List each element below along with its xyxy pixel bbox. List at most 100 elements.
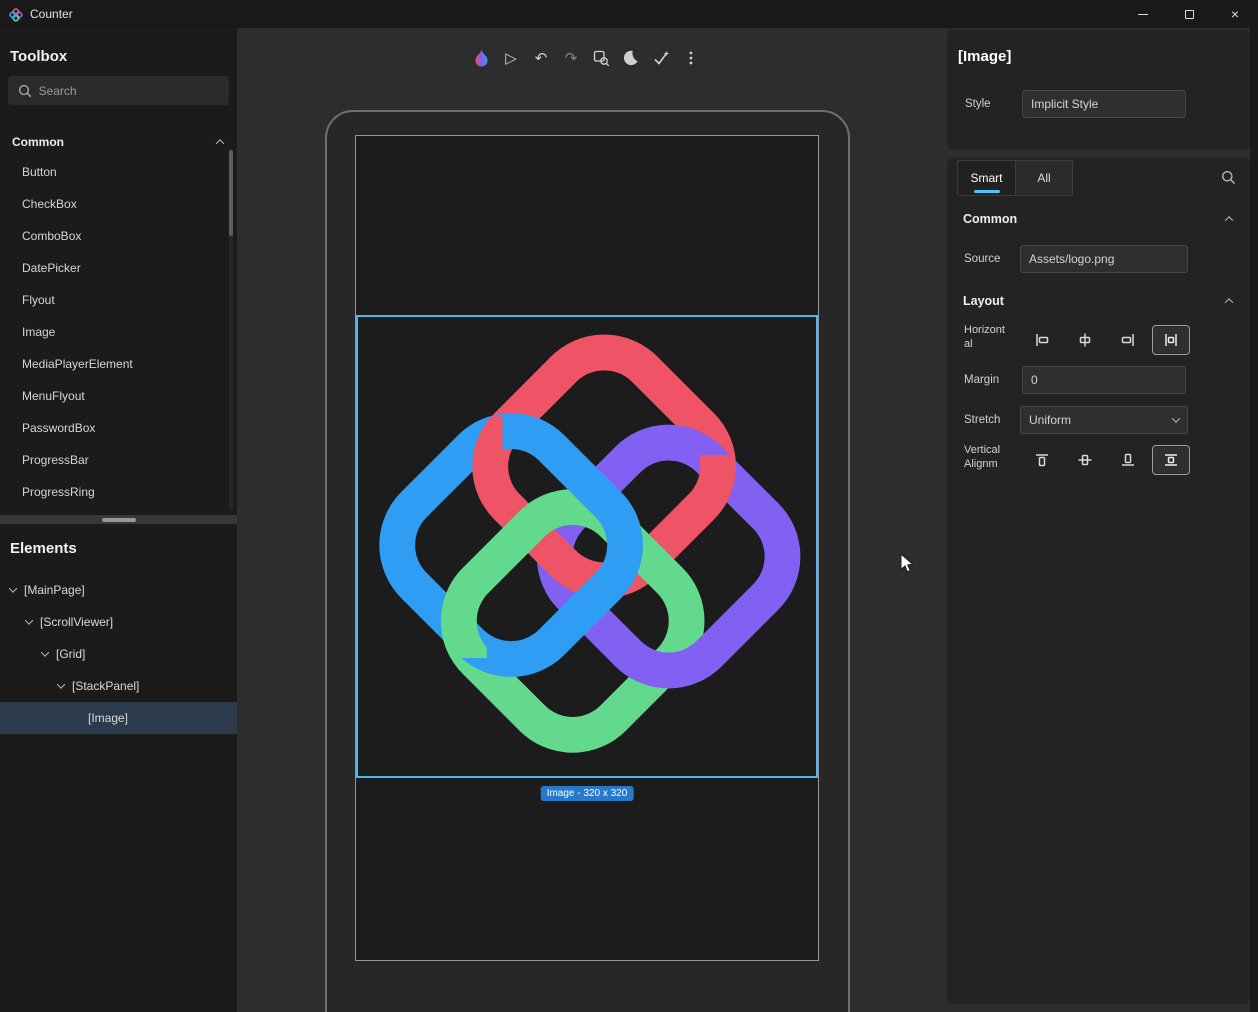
hot-design-flame-icon xyxy=(474,49,489,68)
scrollbar-thumb[interactable] xyxy=(229,150,233,236)
right-edge-strip xyxy=(1250,28,1258,1012)
vertical-alignment-group xyxy=(1023,445,1190,475)
close-button[interactable]: × xyxy=(1212,0,1258,28)
style-label: Style xyxy=(965,98,991,110)
align-horizontal-stretch-button[interactable] xyxy=(1152,325,1190,355)
toolbox-item-combobox[interactable]: ComboBox xyxy=(0,220,237,252)
play-button[interactable]: ▷ xyxy=(500,45,522,71)
splitter-grip xyxy=(102,518,136,522)
toolbox-section-common[interactable]: Common xyxy=(12,128,223,156)
elements-tree: [MainPage] [ScrollViewer] [Grid] [StackP… xyxy=(0,574,237,734)
window-title: Counter xyxy=(30,7,73,21)
align-horizontal-right-button[interactable] xyxy=(1109,325,1147,355)
toolbox-item-datepicker[interactable]: DatePicker xyxy=(0,252,237,284)
toolbox-item-button[interactable]: Button xyxy=(0,156,237,188)
source-label: Source xyxy=(964,253,1000,265)
titlebar: Counter × xyxy=(0,0,1258,28)
mouse-cursor xyxy=(900,553,916,575)
align-left-icon xyxy=(1034,332,1050,348)
section-layout[interactable]: Layout xyxy=(963,287,1232,315)
window-controls: × xyxy=(1120,0,1258,28)
align-vertical-bottom-button[interactable] xyxy=(1109,445,1147,475)
minimize-icon xyxy=(1138,14,1148,15)
selection-size-badge: Image - 320 x 320 xyxy=(541,786,634,801)
inspect-button[interactable] xyxy=(590,45,612,71)
validate-button[interactable] xyxy=(650,45,672,71)
section-common[interactable]: Common xyxy=(963,205,1232,233)
panel-splitter[interactable] xyxy=(0,515,237,524)
tree-item-grid[interactable]: [Grid] xyxy=(0,638,237,670)
source-input[interactable] xyxy=(1020,245,1188,273)
search-input[interactable] xyxy=(39,84,219,98)
minimize-button[interactable] xyxy=(1120,0,1166,28)
chevron-down-icon[interactable] xyxy=(41,648,49,656)
left-sidebar: Toolbox Common Button CheckBox ComboBox … xyxy=(0,28,237,1012)
align-vertical-center-button[interactable] xyxy=(1066,445,1104,475)
inspector-header-card: [Image] Style xyxy=(947,30,1250,150)
app-icon xyxy=(8,7,23,22)
margin-input[interactable] xyxy=(1022,366,1186,394)
tree-item-mainpage[interactable]: [MainPage] xyxy=(0,574,237,606)
undo-button[interactable]: ↶ xyxy=(530,45,552,71)
toolbox-item-passwordbox[interactable]: PasswordBox xyxy=(0,412,237,444)
toolbox-item-progressring[interactable]: ProgressRing xyxy=(0,476,237,508)
maximize-button[interactable] xyxy=(1166,0,1212,28)
tab-all[interactable]: All xyxy=(1015,161,1072,195)
toolbox-search[interactable] xyxy=(8,76,229,105)
redo-icon: ↷ xyxy=(565,49,578,67)
toolbox-item-image[interactable]: Image xyxy=(0,316,237,348)
stretch-value: Uniform xyxy=(1029,413,1071,427)
page-surface[interactable]: Image - 320 x 320 xyxy=(355,135,819,961)
section-layout-label: Layout xyxy=(963,294,1004,308)
toolbox-title: Toolbox xyxy=(10,48,67,65)
tree-item-label: [Grid] xyxy=(56,647,85,661)
toolbox-scrollbar[interactable] xyxy=(229,150,233,510)
align-horizontal-left-button[interactable] xyxy=(1023,325,1061,355)
validate-check-icon xyxy=(653,50,670,67)
align-right-icon xyxy=(1120,332,1136,348)
toolbox-item-menuflyout[interactable]: MenuFlyout xyxy=(0,380,237,412)
toolbox-list: Button CheckBox ComboBox DatePicker Flyo… xyxy=(0,156,237,508)
tree-item-scrollviewer[interactable]: [ScrollViewer] xyxy=(0,606,237,638)
canvas-toolbar: ▷ ↶ ↷ xyxy=(470,45,702,71)
align-vstretch-icon xyxy=(1163,452,1179,468)
align-top-icon xyxy=(1034,452,1050,468)
tree-item-label: [ScrollViewer] xyxy=(40,615,113,629)
toolbox-item-flyout[interactable]: Flyout xyxy=(0,284,237,316)
chevron-down-icon[interactable] xyxy=(57,680,65,688)
inspector-search-button[interactable] xyxy=(1221,170,1236,190)
inspector-title: [Image] xyxy=(958,48,1011,65)
chevron-down-icon[interactable] xyxy=(9,584,17,592)
selected-image-element[interactable] xyxy=(356,315,818,778)
margin-label: Margin xyxy=(964,374,999,386)
toolbox-item-progressbar[interactable]: ProgressBar xyxy=(0,444,237,476)
stretch-dropdown[interactable]: Uniform xyxy=(1020,406,1188,434)
play-icon: ▷ xyxy=(505,49,517,67)
toolbox-item-checkbox[interactable]: CheckBox xyxy=(0,188,237,220)
redo-button[interactable]: ↷ xyxy=(560,45,582,71)
logo-image[interactable] xyxy=(358,317,816,776)
inspector-tabs: Smart All xyxy=(957,160,1073,196)
tree-item-stackpanel[interactable]: [StackPanel] xyxy=(0,670,237,702)
theme-toggle-button[interactable] xyxy=(620,45,642,71)
align-center-icon xyxy=(1077,332,1093,348)
align-vertical-top-button[interactable] xyxy=(1023,445,1061,475)
tree-item-label: [Image] xyxy=(88,711,128,725)
more-options-button[interactable] xyxy=(680,45,702,71)
chevron-down-icon[interactable] xyxy=(25,616,33,624)
hot-design-button[interactable] xyxy=(470,45,492,71)
toolbox-item-mediaplayerelement[interactable]: MediaPlayerElement xyxy=(0,348,237,380)
inspect-icon xyxy=(593,50,610,67)
align-stretch-icon xyxy=(1163,332,1179,348)
horizontal-alignment-group xyxy=(1023,325,1190,355)
align-horizontal-center-button[interactable] xyxy=(1066,325,1104,355)
align-middle-icon xyxy=(1077,452,1093,468)
align-vertical-stretch-button[interactable] xyxy=(1152,445,1190,475)
tab-smart[interactable]: Smart xyxy=(958,161,1015,195)
close-icon: × xyxy=(1231,6,1239,22)
tree-item-image[interactable]: [Image] xyxy=(0,702,237,734)
style-input[interactable] xyxy=(1022,90,1186,118)
chevron-up-icon xyxy=(216,139,224,147)
search-icon xyxy=(18,84,31,98)
chevron-up-icon xyxy=(1225,216,1233,224)
